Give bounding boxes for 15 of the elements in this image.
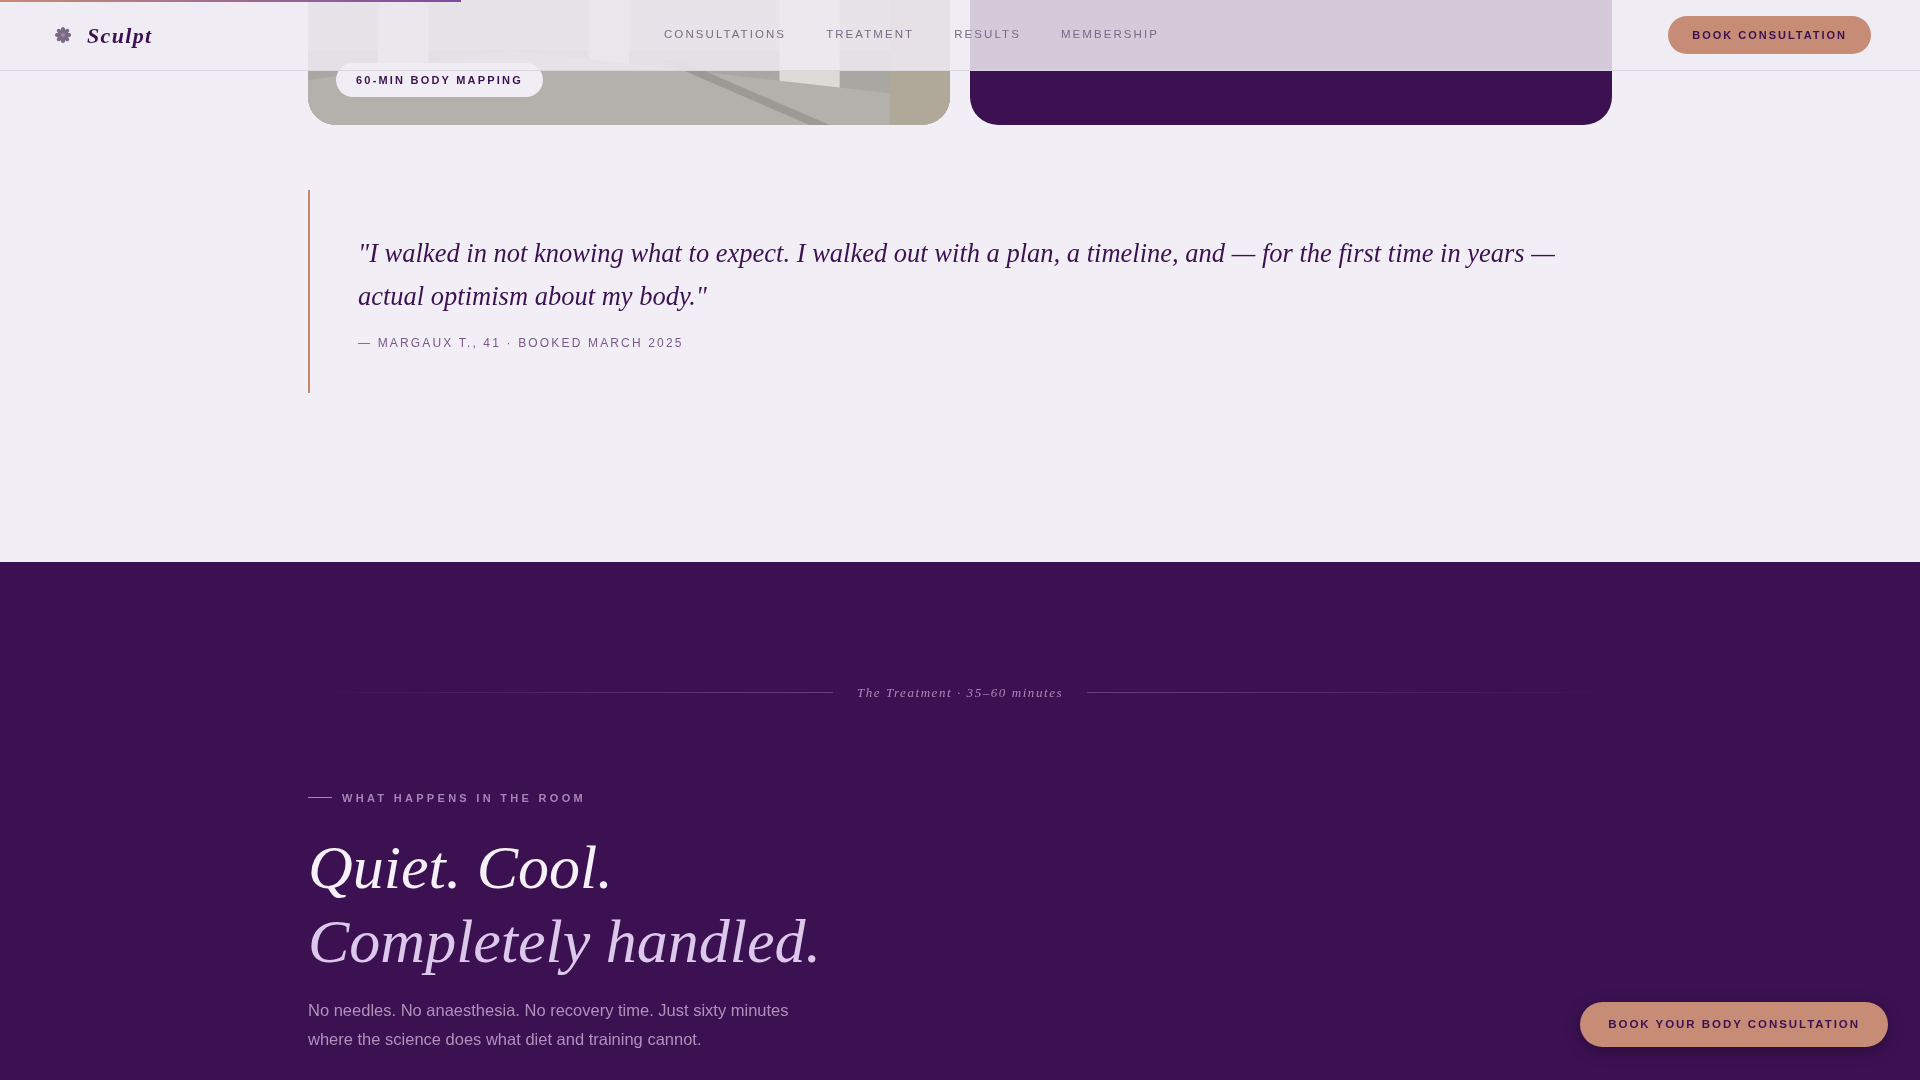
flower-icon (55, 27, 71, 43)
section-body: No needles. No anaesthesia. No recovery time. Just sixty minutes where the science does what diet and training cannot. (308, 1000, 790, 1050)
nav-link[interactable]: TREATMENT (826, 26, 915, 44)
brand-name: Sculpt (87, 21, 153, 50)
testimonial-quote: "I walked in not knowing what to expect. I walked out with a plan, a timeline, and — for the first time in years — actual optimism about my body." (358, 237, 1556, 313)
nav-link[interactable]: RESULTS (954, 26, 1021, 44)
section-divider-label: The Treatment · 35–60 minutes (856, 684, 1064, 702)
heading-line: Completely handled. (308, 906, 823, 977)
section-eyebrow: WHAT HAPPENS IN THE ROOM (342, 790, 586, 806)
floating-book-button[interactable]: BOOK YOUR BODY CONSULTATION (1580, 1002, 1888, 1047)
heading-line: Quiet. Cool. (308, 832, 614, 903)
book-consultation-button[interactable]: BOOK CONSULTATION (1668, 16, 1871, 54)
testimonial-attribution: — MARGAUX T., 41 · BOOKED MARCH 2025 (358, 335, 685, 352)
nav-link[interactable]: MEMBERSHIP (1060, 26, 1159, 44)
nav-link[interactable]: CONSULTATIONS (664, 26, 787, 44)
